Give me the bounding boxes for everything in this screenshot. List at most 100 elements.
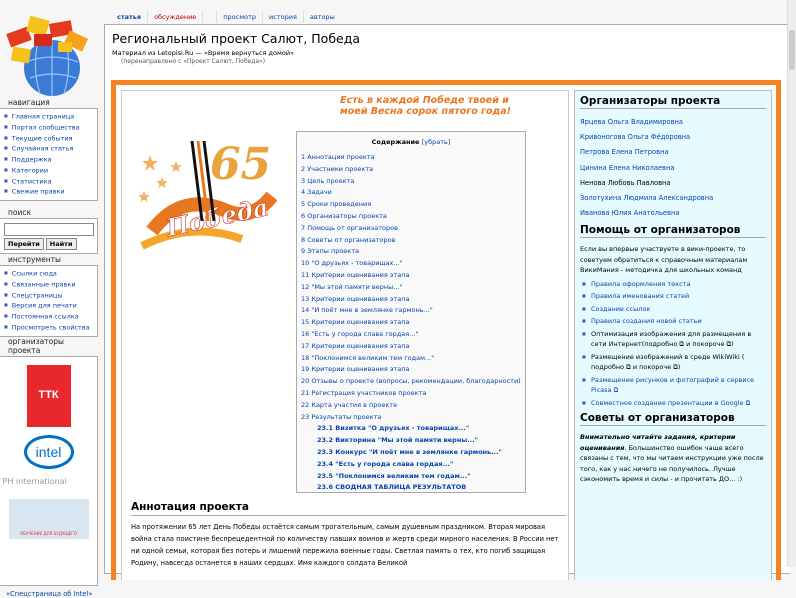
tools-item[interactable]: Спецстраницы xyxy=(4,290,94,301)
toc-item[interactable]: 20 Отзывы о проекте (вопросы, рекомендац… xyxy=(301,376,521,388)
tab-0[interactable]: статья xyxy=(111,11,147,23)
content-area: Региональный проект Салют, Победа Матери… xyxy=(104,24,790,580)
toc-item[interactable]: 23.2 Викторина "Мы этой памяти верны..." xyxy=(301,435,521,447)
toc-item[interactable]: 17 Критерии оценивания этапа xyxy=(301,341,521,353)
wiki-puzzle-logo[interactable] xyxy=(2,12,94,100)
help-item[interactable]: Размещение рисунков и фотографий в серви… xyxy=(580,375,766,396)
nav-item[interactable]: Свежие правки xyxy=(4,186,94,197)
help-item[interactable]: Создание ссылок xyxy=(580,304,766,315)
page-scrollbar[interactable] xyxy=(787,0,796,567)
tab-2[interactable] xyxy=(202,11,216,23)
organizers-heading-right: Организаторы проекта xyxy=(580,95,766,109)
tab-5[interactable]: авторы xyxy=(302,11,341,23)
toc-item[interactable]: 14 "И поёт мне в землянке гармонь..." xyxy=(301,305,521,317)
toc-item[interactable]: 12 "Мы этой памяти верны..." xyxy=(301,282,521,294)
tab-3[interactable]: просмотр xyxy=(216,11,262,23)
toc-item[interactable]: 15 Критерии оценивания этапа xyxy=(301,317,521,329)
go-button[interactable]: Перейти xyxy=(4,238,44,250)
toc-item[interactable]: 23.5 "Поклонимся великим тем годам..." xyxy=(301,471,521,483)
search-heading: поиск xyxy=(8,208,32,217)
organizers-logos: ТТК intel PH international ОБУЧЕНИЕ ДЛЯ … xyxy=(0,356,98,586)
toc-item[interactable]: 16 "Есть у города слава гордая..." xyxy=(301,329,521,341)
nav-item[interactable]: Текущие события xyxy=(4,133,94,144)
help-item[interactable]: Размещение изображений в среде WikiWiki … xyxy=(580,352,766,373)
tools-portlet: инструменты Ссылки сюдаСвязанные правкиС… xyxy=(0,255,98,337)
toc-title-text: Содержание xyxy=(371,138,420,146)
tools-heading: инструменты xyxy=(8,255,61,264)
toc-item[interactable]: 18 "Поклонимся великим тем годам..." xyxy=(301,353,521,365)
organizer-name[interactable]: Золотухина Людмила Александровна xyxy=(580,191,766,206)
toc-toggle[interactable]: [убрать] xyxy=(422,138,451,146)
toc-item[interactable]: 23.4 "Есть у города слава гордая..." xyxy=(301,459,521,471)
toc-title: Содержание [убрать] xyxy=(301,138,521,146)
nav-item[interactable]: Портал сообщества xyxy=(4,122,94,133)
scroll-thumb[interactable] xyxy=(789,30,795,70)
toc-item[interactable]: 5 Сроки проведения xyxy=(301,199,521,211)
main-panel: Есть в каждой Победе твоей и моей Весна … xyxy=(121,90,569,580)
nav-item[interactable]: Случайная статья xyxy=(4,143,94,154)
toc-item[interactable]: 3 Цель проекта xyxy=(301,176,521,188)
victory-65-emblem[interactable]: 65 Победа xyxy=(132,121,277,253)
organizer-name[interactable]: Цинина Елена Николаевна xyxy=(580,161,766,176)
nav-item[interactable]: Главная страница xyxy=(4,111,94,122)
future-education-logo[interactable]: ОБУЧЕНИЕ ДЛЯ БУДУЩЕГО xyxy=(8,499,89,539)
help-item[interactable]: Правила именования статей xyxy=(580,291,766,302)
toc-item[interactable]: 13 Критерии оценивания этапа xyxy=(301,294,521,306)
toc-item[interactable]: 23.6 СВОДНАЯ ТАБЛИЦА РЕЗУЛЬТАТОВ xyxy=(301,482,521,494)
advice-text: Внимательно читайте задания, критерии оц… xyxy=(580,432,766,485)
tools-item[interactable]: Просмотреть свойства xyxy=(4,322,94,333)
find-button[interactable]: Найти xyxy=(45,238,77,250)
organizer-name[interactable]: Петрова Елена Петровна xyxy=(580,145,766,160)
tab-4[interactable]: история xyxy=(262,11,303,23)
page-tabs: статья обсуждение просмотр история авторы xyxy=(111,11,341,23)
search-input[interactable] xyxy=(4,223,94,236)
toc-item[interactable]: 23.1 Визитка "О друзьях - товарищах..." xyxy=(301,423,521,435)
toc-item[interactable]: 22 Карта участия в проекте xyxy=(301,400,521,412)
toc-item[interactable]: 23 Результаты проекта xyxy=(301,412,521,424)
tools-item[interactable]: Связанные правки xyxy=(4,279,94,290)
ttk-logo[interactable]: ТТК xyxy=(26,365,71,427)
toc-item[interactable]: 7 Помощь от организаторов xyxy=(301,223,521,235)
search-portlet: поиск Перейти Найти xyxy=(0,208,98,254)
redirect-note: (перенаправлено с «Проект Салют, Победа»… xyxy=(121,58,266,65)
intel-special-page-link[interactable]: «Спецстраница об Intel» xyxy=(0,590,98,598)
left-sidebar: навигация Главная страницаПортал сообщес… xyxy=(0,0,100,598)
ttk-logo-text: ТТК xyxy=(38,389,59,401)
nav-item[interactable]: Поддержка xyxy=(4,154,94,165)
tab-1[interactable]: обсуждение xyxy=(147,11,202,23)
toc-item[interactable]: 2 Участники проекта xyxy=(301,164,521,176)
toc-item[interactable]: 23.3 Конкурс "И поёт мне в землянке гарм… xyxy=(301,447,521,459)
help-item[interactable]: Оптимизация изображения для размещения в… xyxy=(580,329,766,350)
toc-item[interactable]: 9 Этапы проекта xyxy=(301,246,521,258)
tools-item[interactable]: Постоянная ссылка xyxy=(4,311,94,322)
navigation-heading: навигация xyxy=(8,98,50,107)
toc-list: 1 Аннотация проекта 2 Участники проекта 3 … xyxy=(301,152,521,494)
organizer-name: Ненова Любовь Павловна xyxy=(580,178,671,187)
toc-item[interactable]: 1 Аннотация проекта xyxy=(301,152,521,164)
nav-item[interactable]: Статистика xyxy=(4,176,94,187)
organizer-name[interactable]: Кривоногова Ольга Фёдоровна xyxy=(580,130,766,145)
help-text: Если вы впервые участвуете в вики-проект… xyxy=(580,245,748,275)
help-item[interactable]: Правила оформления текста xyxy=(580,279,766,290)
toc-item[interactable]: 11 Критерии оценивания этапа xyxy=(301,270,521,282)
toc-item[interactable]: 6 Организаторы проекта xyxy=(301,211,521,223)
help-item[interactable]: Правила создания новой статьи xyxy=(580,316,766,327)
table-of-contents: Содержание [убрать] 1 Аннотация проекта 2… xyxy=(296,131,526,493)
toc-item[interactable]: 19 Критерии оценивания этапа xyxy=(301,364,521,376)
nav-item[interactable]: Категории xyxy=(4,165,94,176)
ph-logo-text: PH international xyxy=(2,477,67,486)
toc-item[interactable]: 10 "О друзьях - товарищах..." xyxy=(301,258,521,270)
navigation-list: Главная страницаПортал сообществаТекущие… xyxy=(0,108,98,201)
site-subtitle: Материал из Letopisi.Ru — «Время вернуть… xyxy=(112,49,295,57)
organizer-name[interactable]: Иванова Юлия Анатольевна xyxy=(580,206,766,221)
toc-item[interactable]: 21 Регистрация участников проекта xyxy=(301,388,521,400)
tools-item[interactable]: Версия для печати xyxy=(4,300,94,311)
intel-logo[interactable]: intel xyxy=(23,435,74,469)
ph-international-logo[interactable]: PH international xyxy=(3,477,95,491)
organizer-name[interactable]: Ярцева Ольга Владимировна xyxy=(580,115,766,130)
help-item[interactable]: Совместное создание презентации в Google… xyxy=(580,398,766,409)
organizers-heading: организаторы проекта xyxy=(8,337,64,355)
toc-item[interactable]: 4 Задачи xyxy=(301,187,521,199)
toc-item[interactable]: 8 Советы от организаторов xyxy=(301,235,521,247)
tools-item[interactable]: Ссылки сюда xyxy=(4,268,94,279)
